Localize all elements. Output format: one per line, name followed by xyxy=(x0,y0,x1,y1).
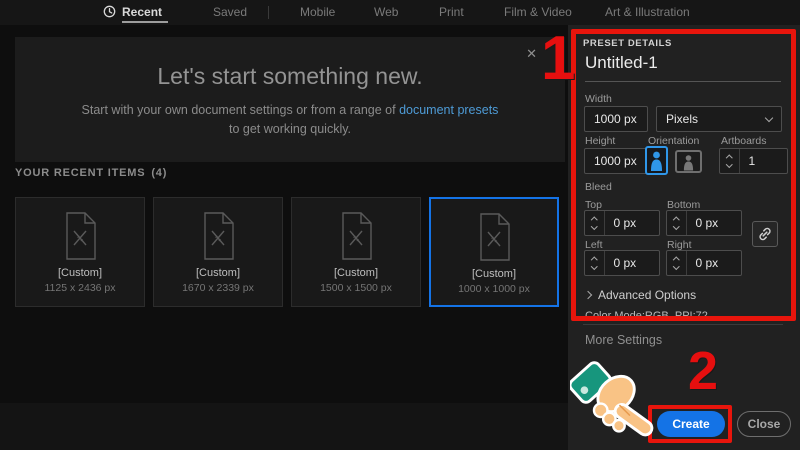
preset-details-header: PRESET DETAILS xyxy=(583,38,672,49)
recent-item-card[interactable]: [Custom] 1500 x 1500 px xyxy=(291,197,421,307)
orientation-landscape-button[interactable] xyxy=(675,150,702,173)
advanced-options-toggle[interactable]: Advanced Options xyxy=(583,288,697,302)
stepper-chevrons[interactable] xyxy=(585,211,605,235)
bleed-right-input[interactable]: 0 px xyxy=(666,250,742,276)
stepper-chevrons[interactable] xyxy=(667,211,687,235)
bleed-label: Bleed xyxy=(585,181,612,193)
units-value: Pixels xyxy=(666,112,699,126)
new-document-dialog: Recent Saved Mobile Web Print Film & Vid… xyxy=(0,0,800,450)
height-input[interactable]: 1000 px xyxy=(584,148,648,174)
bleed-bottom-input[interactable]: 0 px xyxy=(666,210,742,236)
card-name: [Custom] xyxy=(57,267,102,279)
card-dimensions: 1125 x 2436 px xyxy=(44,282,116,294)
tab-saved[interactable]: Saved xyxy=(213,5,247,19)
bleed-bottom-value: 0 px xyxy=(695,216,719,230)
landscape-orientation-icon xyxy=(675,150,702,173)
clock-icon xyxy=(103,5,116,23)
hero-subtitle-line2: to get working quickly. xyxy=(228,122,352,136)
tab-film-video[interactable]: Film & Video xyxy=(504,5,572,19)
hero-subtitle-text: Start with your own document settings or… xyxy=(81,103,396,117)
document-presets-link[interactable]: document presets xyxy=(399,103,498,117)
card-dimensions: 1670 x 2339 px xyxy=(182,282,254,294)
create-button[interactable]: Create xyxy=(657,411,725,437)
card-dimensions: 1500 x 1500 px xyxy=(320,282,392,294)
preset-details-panel: PRESET DETAILS Untitled-1 Width 1000 px … xyxy=(568,25,800,450)
stepper-chevrons[interactable] xyxy=(720,149,740,173)
link-bleed-values-button[interactable] xyxy=(752,221,778,247)
more-settings-label[interactable]: More Settings xyxy=(585,333,662,347)
width-value: 1000 px xyxy=(594,112,637,126)
document-name-input[interactable]: Untitled-1 xyxy=(585,53,658,73)
portrait-orientation-icon xyxy=(645,146,668,175)
custom-document-icon xyxy=(342,212,372,260)
page-title: Let's start something new. xyxy=(157,63,423,89)
chain-link-icon xyxy=(759,227,771,241)
document-name-underline xyxy=(585,81,781,82)
custom-document-icon xyxy=(66,212,96,260)
category-tab-bar: Recent Saved Mobile Web Print Film & Vid… xyxy=(0,0,800,25)
tab-divider xyxy=(268,6,269,19)
stepper-chevrons[interactable] xyxy=(585,251,605,275)
recent-items-grid: [Custom] 1125 x 2436 px [Custom] 1670 x … xyxy=(15,197,559,307)
recent-item-card[interactable]: [Custom] 1125 x 2436 px xyxy=(15,197,145,307)
custom-document-icon xyxy=(204,212,234,260)
card-dimensions: 1000 x 1000 px xyxy=(458,283,530,295)
bleed-top-value: 0 px xyxy=(613,216,637,230)
chevron-right-icon xyxy=(583,290,593,299)
recent-item-card-selected[interactable]: [Custom] 1000 x 1000 px xyxy=(429,197,559,307)
width-label: Width xyxy=(585,93,612,105)
card-name: [Custom] xyxy=(471,268,516,280)
close-button[interactable]: Close xyxy=(737,411,791,437)
recent-item-card[interactable]: [Custom] 1670 x 2339 px xyxy=(153,197,283,307)
bleed-right-value: 0 px xyxy=(695,256,719,270)
width-input[interactable]: 1000 px xyxy=(584,106,648,132)
recent-items-label: YOUR RECENT ITEMS xyxy=(15,167,146,179)
hero-subtitle-line1: Start with your own document settings or… xyxy=(15,103,565,117)
bleed-left-input[interactable]: 0 px xyxy=(584,250,660,276)
color-mode-text: Color Mode:RGB, PPI:72 xyxy=(585,310,708,322)
artboards-value: 1 xyxy=(748,154,756,168)
tab-recent[interactable]: Recent xyxy=(122,5,162,19)
bleed-top-input[interactable]: 0 px xyxy=(584,210,660,236)
advanced-options-label: Advanced Options xyxy=(598,288,697,302)
custom-document-icon xyxy=(480,213,510,261)
recent-items-count: (4) xyxy=(151,167,168,179)
card-name: [Custom] xyxy=(333,267,378,279)
card-name: [Custom] xyxy=(195,267,240,279)
orientation-portrait-button[interactable] xyxy=(645,146,668,175)
bleed-left-value: 0 px xyxy=(613,256,637,270)
stepper-chevrons[interactable] xyxy=(667,251,687,275)
units-dropdown[interactable]: Pixels xyxy=(656,106,782,132)
recent-items-heading: YOUR RECENT ITEMS (4) xyxy=(15,167,167,179)
close-icon[interactable]: ✕ xyxy=(526,46,537,62)
active-tab-underline xyxy=(122,21,168,23)
tab-art-illustration[interactable]: Art & Illustration xyxy=(605,5,690,19)
tab-mobile[interactable]: Mobile xyxy=(300,5,335,19)
artboards-stepper[interactable]: 1 xyxy=(719,148,788,174)
stock-search-bar: Go xyxy=(0,403,568,450)
chevron-down-icon xyxy=(764,113,774,122)
artboards-label: Artboards xyxy=(721,135,767,147)
sidebar-divider xyxy=(583,324,783,325)
tab-print[interactable]: Print xyxy=(439,5,464,19)
tab-web[interactable]: Web xyxy=(374,5,398,19)
height-label: Height xyxy=(585,135,616,147)
height-value: 1000 px xyxy=(594,154,637,168)
hero-banner: ✕ Let's start something new. Start with … xyxy=(15,37,565,162)
